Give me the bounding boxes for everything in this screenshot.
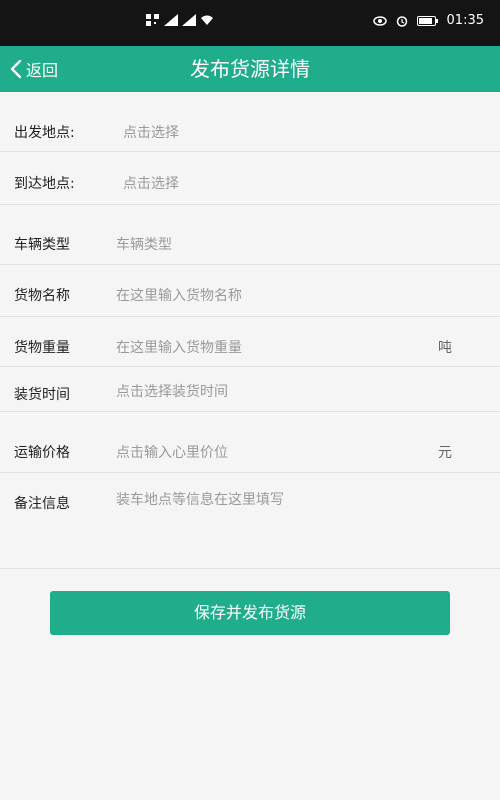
- arrival-label: 到达地点:: [14, 176, 75, 192]
- chevron-left-icon: [10, 59, 22, 79]
- cargo-weight-label: 货物重量: [14, 340, 70, 356]
- loading-time-field[interactable]: 点击选择装货时间: [116, 381, 228, 401]
- cargo-weight-input[interactable]: 在这里输入货物重量: [116, 337, 242, 357]
- loading-time-label: 装货时间: [14, 387, 70, 403]
- vehicle-type-row[interactable]: 车辆类型 车辆类型: [0, 206, 500, 265]
- signal-icon: [182, 14, 196, 26]
- freight-price-row[interactable]: 运输价格 点击输入心里价位 元: [0, 413, 500, 473]
- departure-field[interactable]: 点击选择: [123, 122, 179, 142]
- cargo-weight-row[interactable]: 货物重量 在这里输入货物重量 吨: [0, 318, 500, 367]
- weight-unit: 吨: [438, 340, 452, 356]
- remarks-textarea[interactable]: 装车地点等信息在这里填写: [116, 489, 284, 509]
- status-icons-left: [146, 14, 214, 26]
- departure-row[interactable]: 出发地点: 点击选择: [0, 92, 500, 152]
- save-and-publish-button[interactable]: 保存并发布货源: [50, 591, 450, 635]
- freight-price-label: 运输价格: [14, 445, 70, 461]
- arrival-row[interactable]: 到达地点: 点击选择: [0, 153, 500, 205]
- freight-price-input[interactable]: 点击输入心里价位: [116, 442, 228, 462]
- wifi-icon: [201, 15, 213, 25]
- vehicle-type-field[interactable]: 车辆类型: [116, 234, 172, 254]
- status-time: 01:35: [446, 13, 484, 28]
- page-title: 发布货源详情: [190, 57, 310, 81]
- qr-icon: [146, 14, 159, 26]
- price-unit: 元: [438, 445, 452, 461]
- remarks-row[interactable]: 备注信息 装车地点等信息在这里填写: [0, 474, 500, 569]
- signal-icon: [164, 14, 178, 26]
- vehicle-type-label: 车辆类型: [14, 237, 70, 253]
- remarks-label: 备注信息: [14, 496, 70, 512]
- status-bar: 01:35: [0, 0, 500, 46]
- nav-bar: 发布货源详情 返回: [0, 46, 500, 92]
- cargo-name-label: 货物名称: [14, 288, 70, 304]
- cargo-name-row[interactable]: 货物名称 在这里输入货物名称: [0, 266, 500, 317]
- status-icons-right: 01:35: [372, 13, 484, 28]
- departure-label: 出发地点:: [14, 125, 75, 141]
- alarm-icon: [396, 15, 407, 27]
- cargo-name-input[interactable]: 在这里输入货物名称: [116, 285, 242, 305]
- back-label: 返回: [26, 61, 59, 80]
- back-button[interactable]: 返回: [8, 46, 58, 92]
- arrival-field[interactable]: 点击选择: [123, 173, 179, 193]
- loading-time-row[interactable]: 装货时间 点击选择装货时间: [0, 368, 500, 412]
- eye-icon: [372, 15, 387, 26]
- battery-icon: [416, 15, 438, 26]
